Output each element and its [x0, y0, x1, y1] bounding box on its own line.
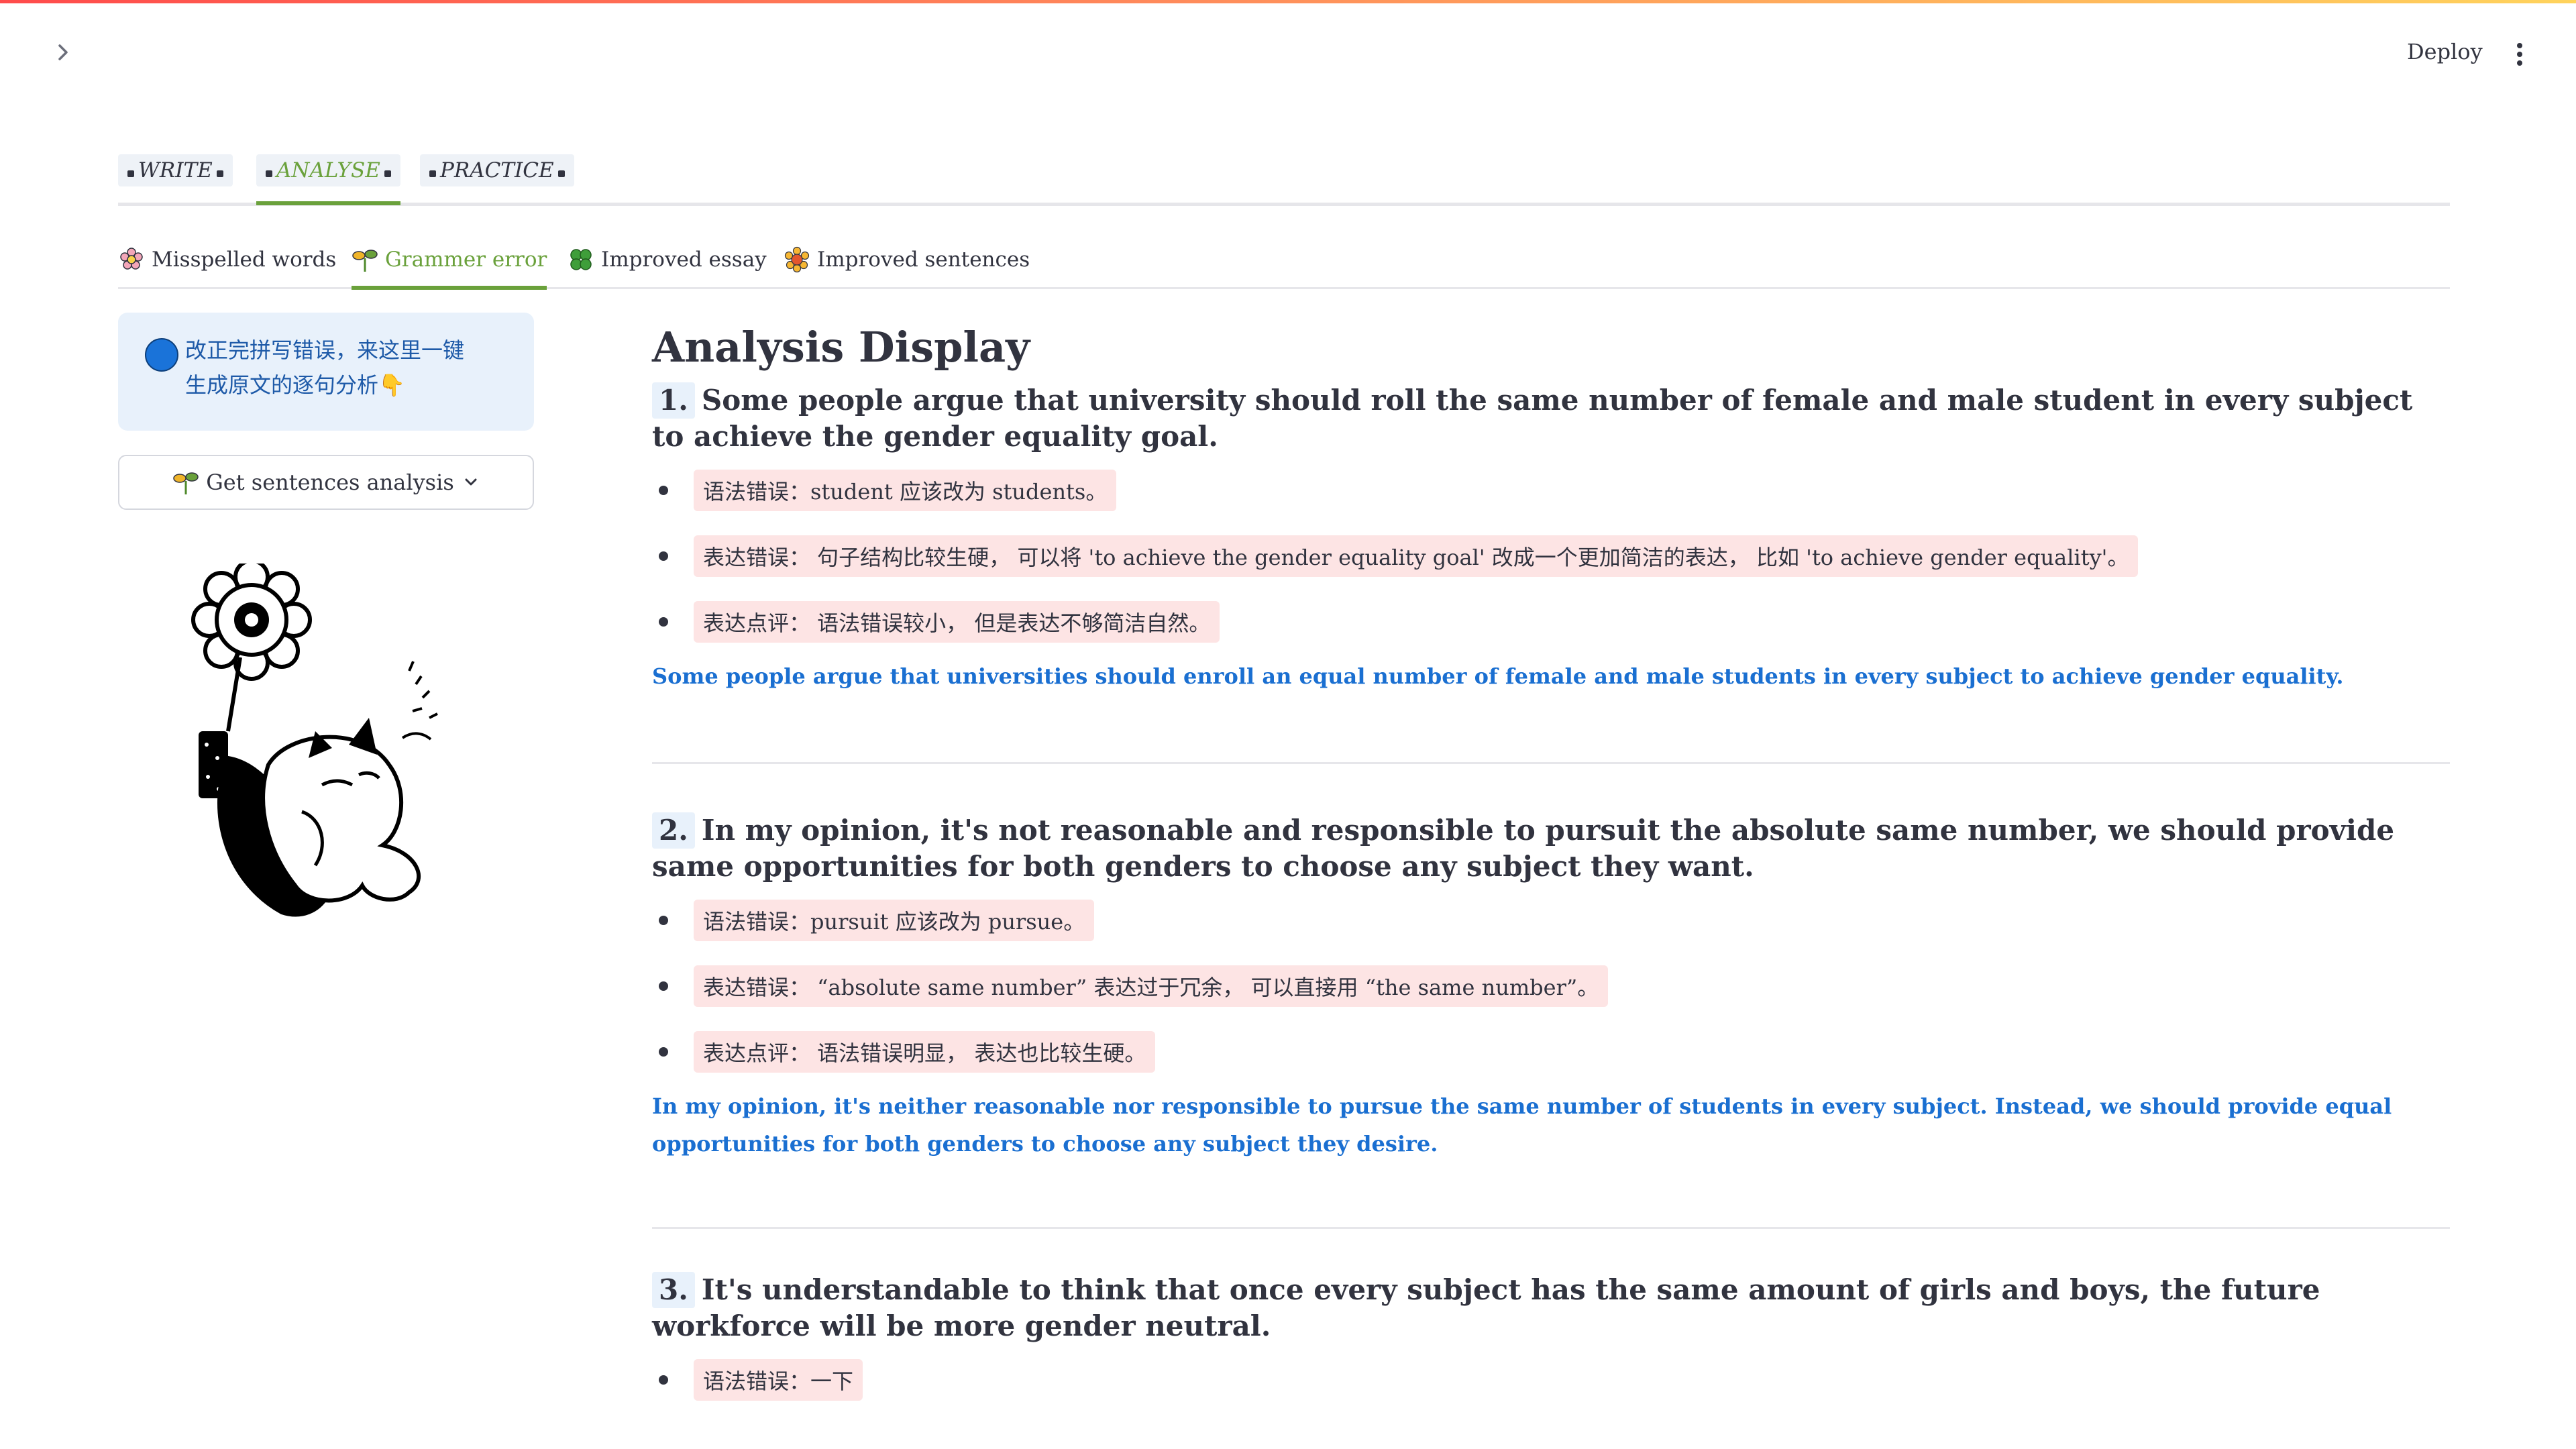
sentence-title-2: 2. In my opinion, it's not reasonable and… [652, 812, 2450, 885]
analysis-item-3: 3. It's understandable to think that once… [652, 1272, 2450, 1413]
sentence-title-3: 3. It's understandable to think that once… [652, 1272, 2450, 1344]
analysis-heading: Analysis Display [652, 323, 1030, 372]
analysis-notes-list: 语法错误：pursuit 应该改为 pursue。 表达错误： “absolut… [652, 888, 2450, 1085]
analysis-note: 语法错误：一下 [652, 1347, 2450, 1413]
grammar-note: 语法错误：pursuit 应该改为 pursue。 [694, 900, 1095, 941]
improved-sentence-2: In my opinion, it's neither reasonable n… [652, 1093, 2392, 1157]
main-tab-bar: WRITE ANALYSE PRACTICE [118, 152, 2450, 206]
tab-analyse-label: ANALYSE [276, 158, 380, 182]
subtab-improved-sentences[interactable]: Improved sentences [784, 241, 1030, 278]
grammar-note: 语法错误：student 应该改为 students。 [694, 470, 1117, 511]
tab-practice-label: PRACTICE [440, 158, 554, 182]
subtab-improved-essay-label: Improved essay [601, 248, 767, 272]
analysis-item-1: 1. Some people argue that university shou… [652, 382, 2450, 695]
subtab-improved-essay[interactable]: Improved essay [568, 241, 767, 278]
sidebar-info-text: 改正完拼写错误，来这里一键 生成原文的逐句分析👇 [185, 333, 521, 402]
analysis-display: Analysis Display 1. Some people argue tha… [652, 321, 2450, 1413]
subtab-grammer-error[interactable]: Grammer error [352, 241, 547, 290]
improved-sentence-1: Some people argue that universities shou… [652, 663, 2344, 689]
analysis-note: 表达点评： 语法错误明显， 表达也比较生硬。 [652, 1019, 2450, 1085]
sentence-text: Some people argue that university should… [652, 384, 2413, 453]
sentence-number: 2. [652, 812, 695, 849]
analysis-notes-list: 语法错误：student 应该改为 students。 表达错误： 句子结构比较… [652, 458, 2450, 655]
sprout-icon [352, 250, 378, 272]
analysis-note: 语法错误：pursuit 应该改为 pursue。 [652, 888, 2450, 953]
analysis-sub-tab-bar: Misspelled words Grammer error Improved … [118, 236, 2450, 290]
subtab-grammer-error-label: Grammer error [385, 248, 547, 272]
analysis-notes-list: 语法错误：一下 [652, 1347, 2450, 1413]
main-menu-icon[interactable] [2508, 39, 2532, 70]
tab-practice[interactable]: PRACTICE [420, 152, 574, 189]
comment-note: 表达点评： 语法错误较小， 但是表达不够简洁自然。 [694, 601, 1220, 643]
sidebar-info-box: 改正完拼写错误，来这里一键 生成原文的逐句分析👇 [118, 313, 534, 431]
analysis-note: 表达错误： 句子结构比较生硬， 可以将 'to achieve the gend… [652, 523, 2450, 589]
flower-icon [120, 248, 143, 270]
deploy-button[interactable]: Deploy [2407, 39, 2483, 64]
analysis-note: 表达点评： 语法错误较小， 但是表达不够简洁自然。 [652, 589, 2450, 655]
tab-analyse[interactable]: ANALYSE [256, 152, 400, 205]
expand-sidebar-chevron-icon[interactable] [51, 40, 75, 64]
get-sentences-analysis-button[interactable]: Get sentences analysis [118, 455, 534, 510]
sidebar-info-line-1: 改正完拼写错误，来这里一键 [185, 337, 465, 363]
sidebar-info-line-2: 生成原文的逐句分析👇 [185, 372, 405, 398]
sentence-number: 3. [652, 1272, 695, 1308]
grammar-note: 语法错误：一下 [694, 1359, 863, 1401]
cat-with-flower-illustration [191, 564, 438, 917]
blue-circle-icon [145, 338, 178, 372]
top-decoration-bar [0, 0, 2576, 3]
sentence-title-1: 1. Some people argue that university shou… [652, 382, 2450, 455]
get-sentences-analysis-label: Get sentences analysis [206, 470, 454, 495]
subtab-improved-sentences-label: Improved sentences [817, 248, 1030, 272]
sentence-text: It's understandable to think that once e… [652, 1273, 2320, 1342]
analysis-item-2: 2. In my opinion, it's not reasonable and… [652, 812, 2450, 1163]
chevron-down-icon [465, 478, 477, 486]
subtab-misspelled-words-label: Misspelled words [152, 248, 337, 272]
sprout-icon [173, 472, 199, 494]
tab-write-label: WRITE [138, 158, 213, 182]
tab-write[interactable]: WRITE [118, 152, 233, 189]
subtab-misspelled-words[interactable]: Misspelled words [118, 241, 336, 278]
expression-note: 表达错误： 句子结构比较生硬， 可以将 'to achieve the gend… [694, 535, 2139, 577]
analysis-note: 语法错误：student 应该改为 students。 [652, 458, 2450, 523]
comment-note: 表达点评： 语法错误明显， 表达也比较生硬。 [694, 1031, 1156, 1073]
sentence-text: In my opinion, it's not reasonable and r… [652, 814, 2395, 883]
clover-icon [570, 249, 592, 270]
sentence-number: 1. [652, 382, 695, 419]
sunflower-icon [784, 246, 810, 273]
expression-note: 表达错误： “absolute same number” 表达过于冗余， 可以直… [694, 965, 1609, 1007]
analysis-note: 表达错误： “absolute same number” 表达过于冗余， 可以直… [652, 953, 2450, 1019]
